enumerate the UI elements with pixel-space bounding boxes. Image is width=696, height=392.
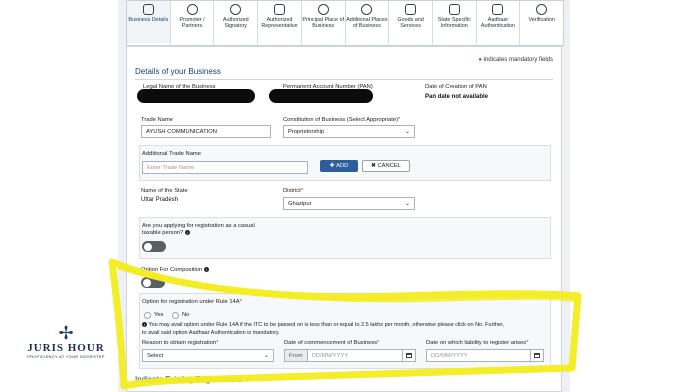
constitution-select[interactable]: Proprietorship ⌄ [283,125,415,138]
info-icon: i [203,267,209,272]
date-placeholder: DD/MM/YYYY [311,353,349,359]
rule14a-note-line1: i You may avail option under Rule 14A if… [142,322,504,328]
section-divider [135,79,553,80]
existing-registrations-title: Indicate Existing Registrations [135,375,243,384]
juris-hour-logo: ✢ JURIS HOUR PROFICIENCY AT YOUR DOORSTE… [24,324,108,359]
liability-date-field[interactable]: DD/MM/YYYY [426,349,544,362]
tab-principal-place[interactable]: Principal Place of Business [302,1,346,45]
pan-date-label: Date of Creation of PAN [425,84,487,90]
date-prefix: From [285,350,308,361]
tab-business-details[interactable]: Business Details [127,1,171,45]
additional-trade-card: Additional Trade Name Enter Trade Name ✚… [139,145,551,181]
tab-label: Authorized Signatory [222,17,249,30]
pan-date-value: Pan date not available [425,94,489,100]
add-button[interactable]: ✚ ADD [320,160,358,172]
info-icon: i [184,230,190,235]
gst-registration-page: Business Details Promoter / Partners Aut… [118,0,570,392]
tab-authorized-signatory[interactable]: Authorized Signatory [214,1,259,45]
logo-name: JURIS HOUR [27,342,105,354]
tab-additional-places[interactable]: Additional Places of Business [346,1,390,45]
goods-icon [405,4,417,15]
tab-aadhaar-authentication[interactable]: Aadhaar Authentication [477,1,521,45]
tab-goods-services[interactable]: Goods and Services [389,1,433,45]
tab-promoter-partners[interactable]: Promoter / Partners [171,1,215,45]
reason-select[interactable]: Select ⌄ [142,349,274,362]
tab-label: Goods and Services [397,17,424,30]
location-pin-icon [361,4,373,15]
add-button-label: ADD [336,163,349,169]
liability-label: Date on which liability to register aris… [426,340,529,346]
constitution-value: Proprietorship [288,129,325,135]
casual-label-line1: Are you applying for registration as a c… [142,223,255,229]
calendar-icon[interactable] [402,350,415,361]
casual-taxable-toggle[interactable] [142,241,166,252]
rule14a-card: Option for registration under Rule 14A* … [139,293,551,369]
rule14a-yes-radio[interactable] [144,312,151,319]
reason-label: Reason to obtain registration* [142,340,219,346]
additional-trade-label: Additional Trade Name [142,151,201,157]
cancel-button[interactable]: ✖ CANCEL [362,160,410,172]
tab-verification[interactable]: Verification [520,1,563,45]
tab-label: Additional Places of Business [346,17,388,30]
legal-name-redacted [137,89,255,103]
registration-tabs: Business Details Promoter / Partners Aut… [126,0,564,46]
constitution-label: Constitution of Business (Select Appropr… [283,117,401,123]
date-placeholder: DD/MM/YYYY [431,353,468,359]
tab-label: Authorized Representative [261,17,298,30]
cancel-button-label: CANCEL [377,163,401,169]
calendar-icon[interactable] [530,350,543,361]
representative-icon [273,4,285,15]
signatory-icon [230,4,242,15]
district-select[interactable]: Ghazipur ⌄ [283,197,415,210]
tab-label: Principal Place of Business [302,17,344,30]
reason-value: Select [147,353,164,359]
section-title: Details of your Business [135,67,221,76]
additional-trade-input[interactable]: Enter Trade Name [142,161,308,174]
casual-taxable-card: Are you applying for registration as a c… [139,217,551,259]
pan-redacted [269,89,373,103]
rule14a-label: Option for registration under Rule 14A* [142,299,242,305]
district-value: Ghazipur [288,201,312,207]
tab-label: Verification [528,17,555,23]
state-value: Uttar Pradesh [141,197,179,203]
rule14a-no-radio[interactable] [172,312,179,319]
composition-label: Option For Composition i [141,267,209,273]
rule14a-yes-label: Yes [154,312,164,318]
id-card-icon [492,4,504,15]
tab-label: Aadhaar Authentication [480,17,516,30]
chevron-down-icon: ⌄ [263,353,269,359]
commencement-date-field[interactable]: From DD/MM/YYYY [284,349,416,362]
logo-tagline: PROFICIENCY AT YOUR DOORSTEP [27,354,105,359]
logo-emblem-icon: ✢ [58,323,74,343]
casual-label-line2: taxable person? i [142,230,190,236]
business-details-form: ● indicates mandatory fields Details of … [126,46,562,392]
person-icon [186,4,198,15]
commencement-label: Date of commencement of Business* [284,340,380,346]
tab-label: Business Details [128,17,169,23]
trade-name-input[interactable]: AYUSH COMMUNICATION [141,125,271,138]
trade-name-label: Trade Name [141,117,174,123]
tab-label: State Specific Information [437,17,471,30]
chevron-down-icon: ⌄ [404,129,410,135]
rule14a-no-label: No [182,312,190,318]
state-label: Name of the State [141,188,188,194]
location-pin-icon [317,4,329,15]
composition-toggle[interactable] [141,277,165,288]
tab-state-specific[interactable]: State Specific Information [433,1,477,45]
chevron-down-icon: ⌄ [404,201,410,207]
tab-authorized-representative[interactable]: Authorized Representative [258,1,302,45]
info-icon: i [142,322,147,328]
mandatory-note: ● indicates mandatory fields [478,57,553,63]
tab-label: Promoter / Partners [179,17,205,30]
document-icon [448,4,460,15]
rule14a-note-line2: to avail said option Aadhaar Authenticat… [142,330,280,336]
briefcase-icon [142,4,154,15]
district-label: District* [283,188,303,194]
check-circle-icon [536,4,548,15]
